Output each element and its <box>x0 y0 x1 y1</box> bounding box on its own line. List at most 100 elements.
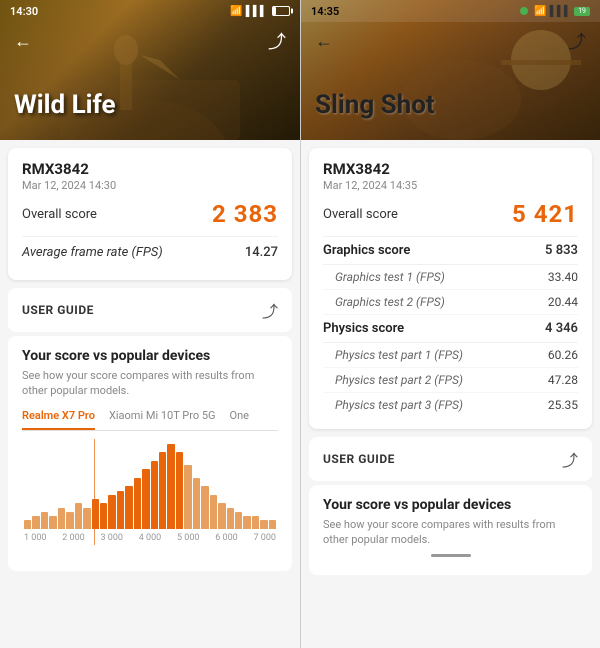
popular-title-left: Your score vs popular devices <box>22 348 278 364</box>
user-guide-share-icon-right[interactable]: ⤴ <box>562 447 578 471</box>
chart-bar-1 <box>32 516 39 529</box>
chart-label-2000: 2 000 <box>62 533 84 543</box>
scroll-content-right[interactable]: RMX3842 Mar 12, 2024 14:35 Overall score… <box>301 140 600 648</box>
popular-subtitle-left: See how your score compares with results… <box>22 368 278 399</box>
graphics-test2-value: 20.44 <box>548 295 578 309</box>
chart-bar-18 <box>176 452 183 529</box>
chart-bar-29 <box>269 520 276 529</box>
graphics-test2-label: Graphics test 2 (FPS) <box>323 295 445 309</box>
chart-bar-15 <box>151 461 158 529</box>
device-date-right: Mar 12, 2024 14:35 <box>323 179 578 192</box>
chart-bar-8 <box>92 499 99 529</box>
device-date-left: Mar 12, 2024 14:30 <box>22 179 278 192</box>
chart-bar-23 <box>218 503 225 529</box>
battery-icon-right: 19 <box>574 7 590 16</box>
scroll-indicator <box>431 554 471 557</box>
graphics-test2-row: Graphics test 2 (FPS) 20.44 <box>323 290 578 315</box>
user-guide-label-left[interactable]: USER GUIDE <box>22 303 94 317</box>
status-time-right: 14:35 <box>311 5 339 18</box>
chart-bar-5 <box>66 512 73 529</box>
hero-nav-right: ← ⤴ <box>301 22 600 60</box>
user-guide-row-left: USER GUIDE ⤴ <box>8 288 292 332</box>
chart-label-3000: 3 000 <box>101 533 123 543</box>
physics-score-value: 4 346 <box>545 321 578 336</box>
popular-section-right: Your score vs popular devices See how yo… <box>309 485 592 575</box>
physics-test3-label: Physics test part 3 (FPS) <box>323 398 463 412</box>
chart-bar-24 <box>227 508 234 529</box>
chart-bars-container <box>22 439 278 529</box>
user-guide-row-right: USER GUIDE ⤴ <box>309 437 592 481</box>
physics-test2-label: Physics test part 2 (FPS) <box>323 373 463 387</box>
overall-score-row: Overall score 2 383 <box>22 192 278 237</box>
popular-section-left: Your score vs popular devices See how yo… <box>8 336 292 571</box>
chart-bar-17 <box>167 444 174 529</box>
chart-bar-6 <box>75 503 82 529</box>
status-time-left: 14:30 <box>10 5 38 18</box>
hero-nav-left: ← ⤴ <box>0 22 300 60</box>
chart-bar-9 <box>100 503 107 529</box>
physics-test2-value: 47.28 <box>548 373 578 387</box>
graphics-score-label: Graphics score <box>323 243 410 258</box>
chart-bar-12 <box>125 486 132 529</box>
chart-label-6000: 6 000 <box>215 533 237 543</box>
physics-score-row: Physics score 4 346 <box>323 315 578 343</box>
status-bar-right: 14:35 📶 ▌▌▌ 19 <box>301 0 600 22</box>
graphics-score-row: Graphics score 5 833 <box>323 237 578 265</box>
overall-score-label: Overall score <box>22 207 97 222</box>
tab-realme[interactable]: Realme X7 Pro <box>22 409 95 430</box>
chart-label-1000: 1 000 <box>24 533 46 543</box>
chart-label-4000: 4 000 <box>139 533 161 543</box>
benchmark-title-left: Wild Life <box>14 90 116 120</box>
overall-score-value: 2 383 <box>212 200 278 228</box>
chart-label-5000: 5 000 <box>177 533 199 543</box>
physics-test3-value: 25.35 <box>548 398 578 412</box>
chart-bar-10 <box>108 495 115 529</box>
graphics-test1-value: 33.40 <box>548 270 578 284</box>
physics-test1-label: Physics test part 1 (FPS) <box>323 348 463 362</box>
popular-title-right: Your score vs popular devices <box>323 497 578 513</box>
signal-icon: ▌▌▌ <box>246 6 267 17</box>
tab-one[interactable]: One <box>230 409 249 430</box>
chart-bar-19 <box>184 465 191 529</box>
user-guide-label-right[interactable]: USER GUIDE <box>323 452 395 466</box>
status-bar-left: 14:30 📶 ▌▌▌ <box>0 0 300 22</box>
overall-label-right: Overall score <box>323 207 398 222</box>
panel-slingshot: 14:35 📶 ▌▌▌ 19 ← ⤴ Sling Shot RMX3842 Ma… <box>300 0 600 648</box>
scroll-content-left[interactable]: RMX3842 Mar 12, 2024 14:30 Overall score… <box>0 140 300 648</box>
wifi-icon: 📶 <box>230 6 242 17</box>
benchmark-title-right: Sling Shot <box>315 90 435 120</box>
back-button-right[interactable]: ← <box>315 31 333 52</box>
chart-bar-27 <box>252 516 259 529</box>
hero-section-right: 14:35 📶 ▌▌▌ 19 ← ⤴ Sling Shot <box>301 0 600 140</box>
hero-section: 14:30 📶 ▌▌▌ ← ⤴ Wild Life <box>0 0 300 140</box>
share-button-left[interactable]: ⤴ <box>268 28 286 54</box>
device-tabs-left: Realme X7 Pro Xiaomi Mi 10T Pro 5G One <box>22 409 278 431</box>
signal-icon-right: ▌▌▌ <box>550 6 571 17</box>
chart-bar-16 <box>159 452 166 529</box>
chart-bar-28 <box>260 520 267 529</box>
status-icons-left: 📶 ▌▌▌ <box>230 6 290 17</box>
chart-bar-7 <box>83 508 90 529</box>
chart-bar-4 <box>58 508 65 529</box>
chart-labels: 1 000 2 000 3 000 4 000 5 000 6 000 7 00… <box>22 529 278 543</box>
overall-value-right: 5 421 <box>512 200 578 228</box>
chart-bar-22 <box>210 495 217 529</box>
fps-score-value: 14.27 <box>245 245 278 260</box>
score-card-right: RMX3842 Mar 12, 2024 14:35 Overall score… <box>309 148 592 429</box>
back-button-left[interactable]: ← <box>14 31 32 52</box>
chart-bar-26 <box>243 516 250 529</box>
physics-score-label: Physics score <box>323 321 404 336</box>
score-chart-left: 1 000 2 000 3 000 4 000 5 000 6 000 7 00… <box>22 439 278 559</box>
graphics-test1-row: Graphics test 1 (FPS) 33.40 <box>323 265 578 290</box>
graphics-test1-label: Graphics test 1 (FPS) <box>323 270 445 284</box>
user-guide-share-icon-left[interactable]: ⤴ <box>262 298 278 322</box>
device-name-right: RMX3842 <box>323 160 578 178</box>
graphics-score-value: 5 833 <box>545 243 578 258</box>
fps-score-label: Average frame rate (FPS) <box>22 245 163 260</box>
chart-bar-11 <box>117 491 124 529</box>
panel-wildlife: 14:30 📶 ▌▌▌ ← ⤴ Wild Life RMX3842 Mar 12… <box>0 0 300 648</box>
chart-marker-line <box>94 439 95 545</box>
share-button-right[interactable]: ⤴ <box>568 28 586 54</box>
status-icons-right: 📶 ▌▌▌ 19 <box>520 6 590 17</box>
tab-xiaomi[interactable]: Xiaomi Mi 10T Pro 5G <box>109 409 216 430</box>
